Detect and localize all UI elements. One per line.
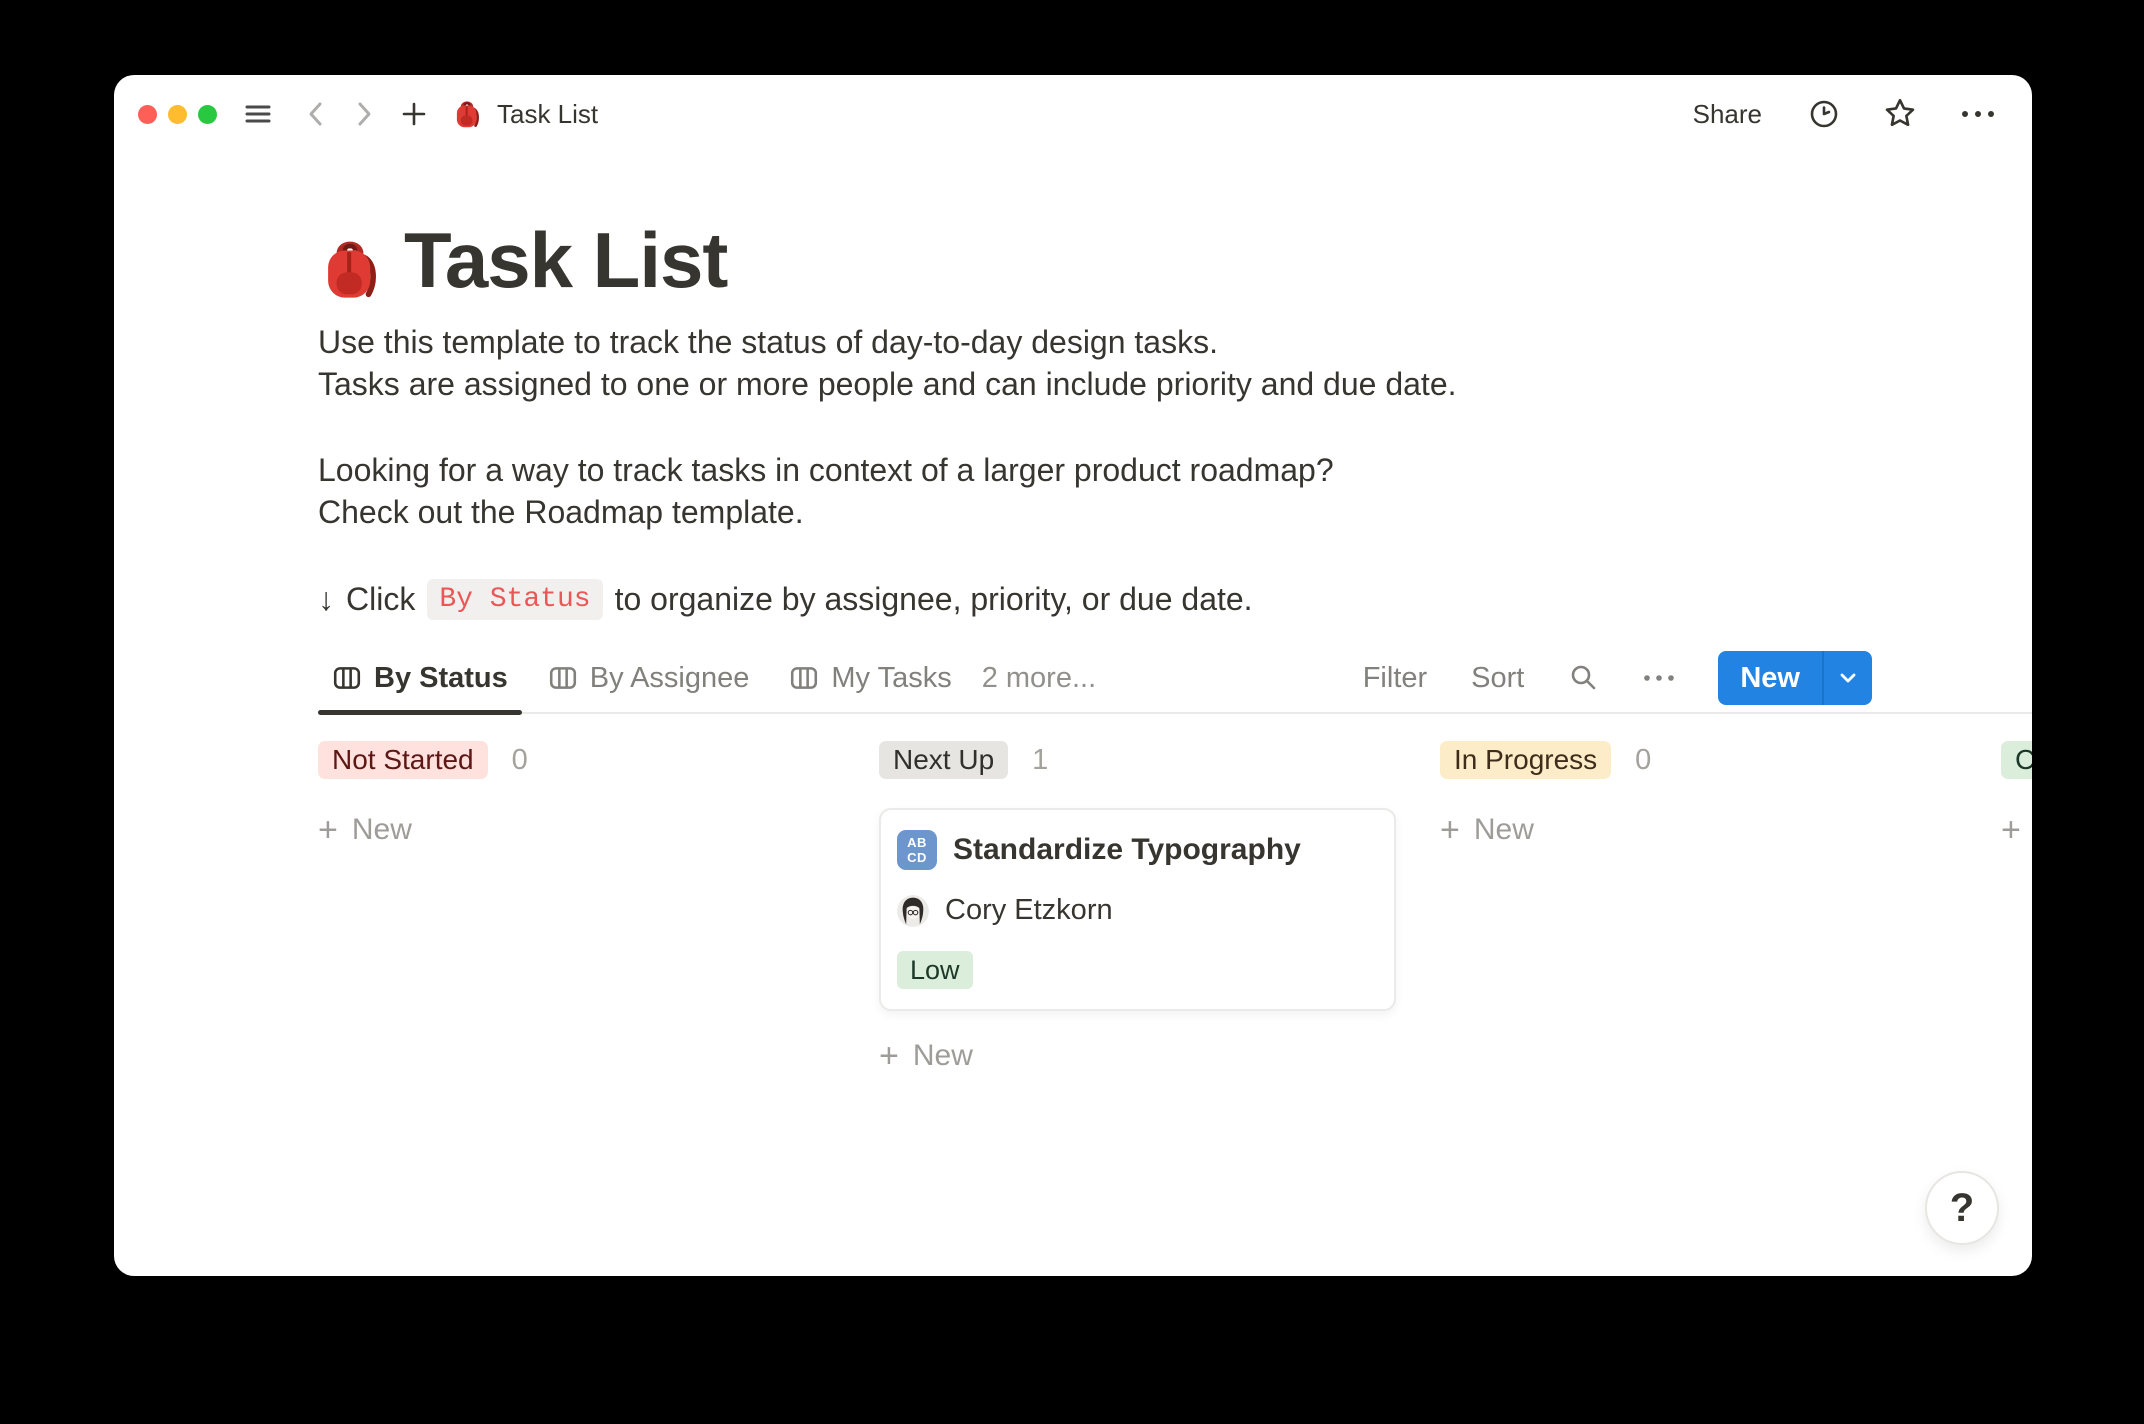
board-view-icon [332,663,362,693]
hint-suffix: to organize by assignee, priority, or du… [615,581,1253,618]
view-options-icon[interactable] [1640,663,1678,693]
card-title-row: AB CD Standardize Typography [897,830,1378,870]
new-button-group: New [1718,651,1872,705]
column-count: 0 [1635,744,1651,777]
avatar [897,895,929,927]
assignee-row: Cory Etzkorn [897,894,1378,927]
new-button[interactable]: New [1718,651,1822,705]
abcd-bottom: CD [907,850,927,865]
backpack-page-icon[interactable] [318,237,382,307]
page-content: Task List Use this template to track the… [114,213,2032,1078]
status-badge[interactable]: In Progress [1440,741,1611,779]
close-window-button[interactable] [138,105,157,124]
new-tab-icon[interactable] [399,99,429,129]
status-badge[interactable]: Next Up [879,741,1008,779]
roadmap-line-2: Check out the Roadmap template. [318,491,2032,533]
add-new-label: New [1474,813,1534,847]
share-button[interactable]: Share [1693,99,1762,130]
sidebar-menu-icon[interactable] [243,99,273,129]
updates-clock-icon[interactable] [1808,98,1840,130]
hint-line: ↓ Click By Status to organize by assigne… [318,579,2032,620]
roadmap-paragraph: Looking for a way to track tasks in cont… [318,449,2032,533]
minimize-window-button[interactable] [168,105,187,124]
priority-badge: Low [897,951,973,989]
add-new-card-button[interactable]: + New [2001,808,2032,852]
titlebar: Task List Share [114,75,2032,153]
column-count: 0 [512,744,528,777]
sort-button[interactable]: Sort [1471,662,1524,695]
abcd-input-latin-letters-emoji: AB CD [897,830,937,870]
more-views-button[interactable]: 2 more... [982,662,1096,695]
assignee-name: Cory Etzkorn [945,894,1113,927]
intro-line-2: Tasks are assigned to one or more people… [318,363,2032,405]
zoom-window-button[interactable] [198,105,217,124]
tab-by-assignee[interactable]: By Assignee [534,644,764,712]
view-toolbar: By Status By Assignee My Tasks 2 more...… [318,644,2032,714]
board-view-icon [548,663,578,693]
help-button[interactable]: ? [1925,1171,1999,1245]
tab-my-tasks[interactable]: My Tasks [775,644,965,712]
add-new-card-button[interactable]: + New [1440,808,1957,852]
more-options-icon[interactable] [1958,99,1998,129]
add-new-label: New [913,1039,973,1073]
tab-by-status[interactable]: By Status [318,644,522,712]
plus-icon: + [318,813,338,847]
notion-window: Task List Share Task [114,75,2032,1276]
abcd-top: AB [907,835,927,850]
new-button-dropdown[interactable] [1822,651,1872,705]
filter-button[interactable]: Filter [1363,662,1427,695]
down-arrow-glyph: ↓ [318,581,334,618]
backpack-emoji [453,99,481,129]
plus-icon: + [879,1039,899,1073]
status-badge[interactable]: C [2001,741,2032,779]
intro-line-1: Use this template to track the status of… [318,321,2032,363]
forward-icon[interactable] [351,99,377,129]
board-view-icon [789,663,819,693]
window-title: Task List [497,99,598,130]
roadmap-line-1: Looking for a way to track tasks in cont… [318,449,2032,491]
add-new-label: New [352,813,412,847]
kanban-board: Not Started 0 + New Next Up 1 AB [318,741,2032,1078]
intro-paragraph: Use this template to track the status of… [318,321,2032,405]
column-header: In Progress 0 [1440,741,1957,779]
column-header: C [2001,741,2032,779]
column-header: Not Started 0 [318,741,835,779]
tab-label: By Status [374,662,508,695]
plus-icon: + [1440,813,1460,847]
page-title-row: Task List [318,213,2032,307]
column-next-up: Next Up 1 AB CD Standardize Typography [879,741,1396,1078]
add-new-card-button[interactable]: + New [879,1034,1396,1078]
tab-label: By Assignee [590,662,750,695]
page-title: Task List [404,213,727,307]
chevron-down-icon [1835,665,1861,691]
add-new-card-button[interactable]: + New [318,808,835,852]
window-controls [138,105,217,124]
favorite-star-icon[interactable] [1882,96,1918,132]
column-count: 1 [1032,744,1048,777]
column-completed-truncated: C + New [2001,741,2032,1078]
column-not-started: Not Started 0 + New [318,741,835,1078]
search-icon[interactable] [1568,662,1600,694]
by-status-inline-code: By Status [427,579,602,620]
card-title: Standardize Typography [953,833,1301,867]
back-icon[interactable] [303,99,329,129]
plus-icon: + [2001,813,2021,847]
column-header: Next Up 1 [879,741,1396,779]
tab-label: My Tasks [831,662,951,695]
hint-prefix: Click [346,581,415,618]
task-card[interactable]: AB CD Standardize Typography [879,808,1396,1011]
status-badge[interactable]: Not Started [318,741,488,779]
column-in-progress: In Progress 0 + New [1440,741,1957,1078]
